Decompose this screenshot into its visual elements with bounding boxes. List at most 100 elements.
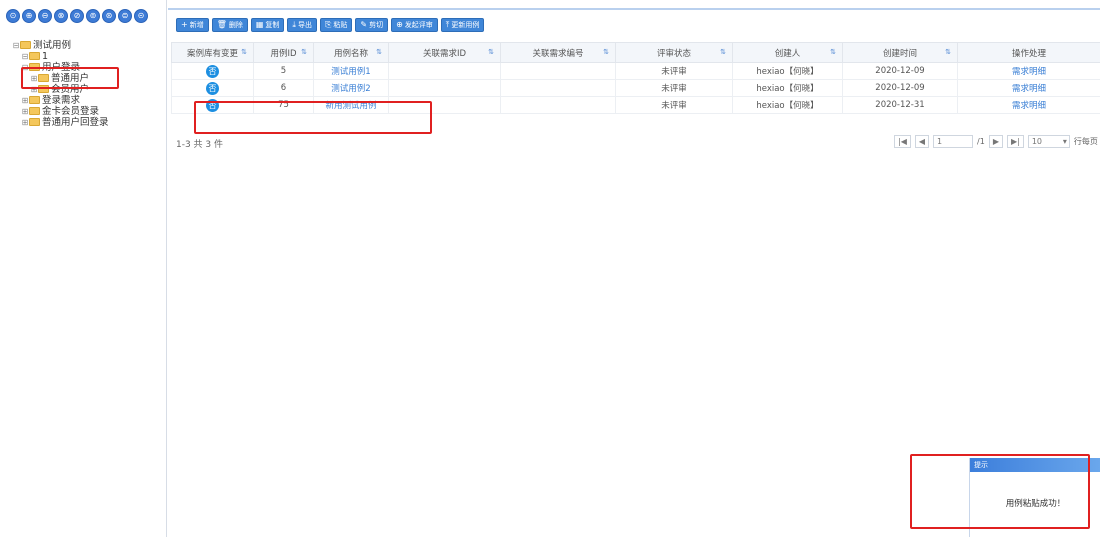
left-panel: ⊙ ⊕ ⊖ ⊗ ⊘ ⊚ ⊛ ⊜ ⊝ ⊟ 测试用例 ⊟ 1 ⊟ 用户登录 ⊞ 普通用户 ⊞ 会员用户 ⊞ 登录需求 ⊞ 金卡… (0, 0, 167, 537)
toolbar-button-label: 粘贴 (333, 21, 348, 29)
table-cell: hexiao【何晓】 (732, 96, 843, 114)
column-header[interactable]: 案例库有变更 ⇅ (171, 42, 254, 63)
sort-icon[interactable]: ⇅ (945, 48, 951, 56)
toolbar-button[interactable]: ▦ 复制 (250, 18, 285, 32)
table-cell: 2020-12-09 (842, 79, 958, 97)
page-size-select[interactable]: 10 ▾ (1027, 135, 1070, 148)
tree-tool-button[interactable]: ⊝ (134, 9, 148, 23)
requirement-detail-link[interactable]: 需求明细 (1012, 101, 1046, 111)
expand-icon[interactable]: ⊞ (21, 117, 29, 128)
next-page-button[interactable]: ▶ (988, 135, 1003, 148)
tree-node[interactable]: ⊞ 普通用户回登录 (12, 117, 109, 128)
tree-node[interactable]: ⊞ 金卡会员登录 (12, 106, 109, 117)
toolbar-button[interactable]: 🗑 删除 (211, 18, 248, 32)
table-cell: 需求明细 (957, 79, 1100, 97)
record-summary: 1-3 共 3 件 (176, 140, 224, 150)
column-header-label: 案例库有变更 (186, 48, 238, 59)
tree-tool-button[interactable]: ⊛ (102, 9, 116, 23)
column-header[interactable]: 关联需求ID ⇅ (388, 42, 501, 63)
tree-node[interactable]: ⊞ 会员用户 (12, 84, 109, 95)
tree-node-label: 会员用户 (51, 84, 90, 95)
sort-icon[interactable]: ⇅ (603, 48, 609, 56)
sort-icon[interactable]: ⇅ (241, 48, 247, 56)
pagination: |◀ ◀ 1 /1 ▶ ▶| 10 ▾ 行每页 (894, 135, 1098, 148)
table-row[interactable]: 否 5 测试用例1 未评审 hexiao【何晓】 2020-12-09 需求明细 (171, 62, 1100, 80)
table-row[interactable]: 否 6 测试用例2 未评审 hexiao【何晓】 2020-12-09 需求明细 (171, 79, 1100, 97)
tree-node[interactable]: ⊞ 普通用户 (12, 73, 109, 84)
case-name-link[interactable]: 新用测试用例 (325, 101, 376, 111)
column-header-label: 评审状态 (656, 48, 691, 59)
tree-node-label: 普通用户 (51, 73, 90, 84)
table-cell (500, 96, 616, 114)
toolbar-button-label: 删除 (228, 21, 243, 29)
top-divider (168, 8, 1100, 10)
last-page-button[interactable]: ▶| (1006, 135, 1024, 148)
sort-icon[interactable]: ⇅ (830, 48, 836, 56)
tree-tool-button[interactable]: ⊙ (6, 9, 20, 23)
collapse-icon[interactable]: ⊟ (21, 51, 29, 62)
column-header[interactable]: 用例ID ⇅ (253, 42, 314, 63)
toolbar-button[interactable]: ⊕ 发起评审 (391, 18, 438, 32)
column-header-label: 关联需求编号 (532, 48, 584, 59)
column-header[interactable]: 创建人 ⇅ (732, 42, 843, 63)
tree-tool-button[interactable]: ⊚ (86, 9, 100, 23)
table-cell: 6 (253, 79, 314, 97)
sort-icon[interactable]: ⇅ (720, 48, 726, 56)
page-count: /1 (977, 137, 985, 146)
sort-icon[interactable]: ⇅ (376, 48, 382, 56)
tree-node-label: 登录需求 (42, 95, 81, 106)
tree-tool-button[interactable]: ⊜ (118, 9, 132, 23)
first-page-button[interactable]: |◀ (894, 135, 911, 148)
column-header-label: 创建时间 (882, 48, 917, 59)
tree-tool-button[interactable]: ⊘ (70, 9, 84, 23)
toolbar-button[interactable]: ⎘ 粘贴 (319, 18, 353, 32)
chevron-down-icon: ▾ (1062, 137, 1067, 146)
change-flag-badge: 否 (206, 64, 219, 78)
tree-tool-button[interactable]: ⊕ (22, 9, 36, 23)
collapse-icon[interactable]: ⊟ (21, 62, 29, 73)
sort-icon[interactable]: ⇅ (488, 48, 494, 56)
tree-tool-button[interactable]: ⊖ (38, 9, 52, 23)
toolbar-button[interactable]: ✎ 剪切 (355, 18, 389, 32)
collapse-icon[interactable]: ⊟ (12, 40, 20, 51)
folder-icon (29, 118, 40, 126)
tree-tool-button[interactable]: ⊗ (54, 9, 68, 23)
table-cell: 5 (253, 62, 314, 80)
expand-icon[interactable]: ⊞ (21, 95, 29, 106)
toolbar-button[interactable]: ⤓ 导出 (287, 18, 317, 32)
table-row[interactable]: 否 75 新用测试用例 未评审 hexiao【何晓】 2020-12-31 需求明细 (171, 96, 1100, 114)
expand-icon[interactable]: ⊞ (30, 73, 38, 84)
table-cell (500, 62, 616, 80)
case-name-link[interactable]: 测试用例2 (331, 84, 370, 94)
tree-node[interactable]: ⊟ 1 (12, 51, 109, 62)
table-cell: 2020-12-31 (842, 96, 958, 114)
toolbar-button-label: 新增 (189, 21, 204, 29)
expand-icon[interactable]: ⊞ (30, 84, 38, 95)
tree-node[interactable]: ⊟ 用户登录 (12, 62, 109, 73)
column-header[interactable]: 关联需求编号 ⇅ (500, 42, 616, 63)
column-header[interactable]: 操作处理 (957, 42, 1100, 63)
page-number-input[interactable]: 1 (933, 135, 974, 148)
rows-per-page-label: 行每页 (1073, 137, 1098, 146)
tree-node[interactable]: ⊞ 登录需求 (12, 95, 109, 106)
change-flag-badge: 否 (206, 98, 219, 112)
column-header[interactable]: 评审状态 ⇅ (615, 42, 733, 63)
tree-node[interactable]: ⊟ 测试用例 (12, 40, 109, 51)
requirement-detail-link[interactable]: 需求明细 (1012, 67, 1046, 77)
tree-node-label: 金卡会员登录 (42, 106, 100, 117)
expand-icon[interactable]: ⊞ (21, 106, 29, 117)
prev-page-button[interactable]: ◀ (914, 135, 930, 148)
table-cell (500, 79, 616, 97)
table-cell: hexiao【何晓】 (732, 62, 843, 80)
column-header[interactable]: 创建时间 ⇅ (842, 42, 958, 63)
toast-title: 提示 (970, 458, 1100, 472)
case-name-link[interactable]: 测试用例1 (331, 67, 370, 77)
toolbar-button-label: 导出 (297, 21, 312, 29)
sort-icon[interactable]: ⇅ (301, 48, 307, 56)
toolbar-button[interactable]: ⤒ 更新用例 (440, 18, 485, 32)
table-cell: 否 (171, 62, 254, 80)
requirement-detail-link[interactable]: 需求明细 (1012, 84, 1046, 94)
column-header-label: 用例名称 (333, 48, 368, 59)
toolbar-button[interactable]: + 新增 (176, 18, 209, 32)
column-header[interactable]: 用例名称 ⇅ (313, 42, 389, 63)
